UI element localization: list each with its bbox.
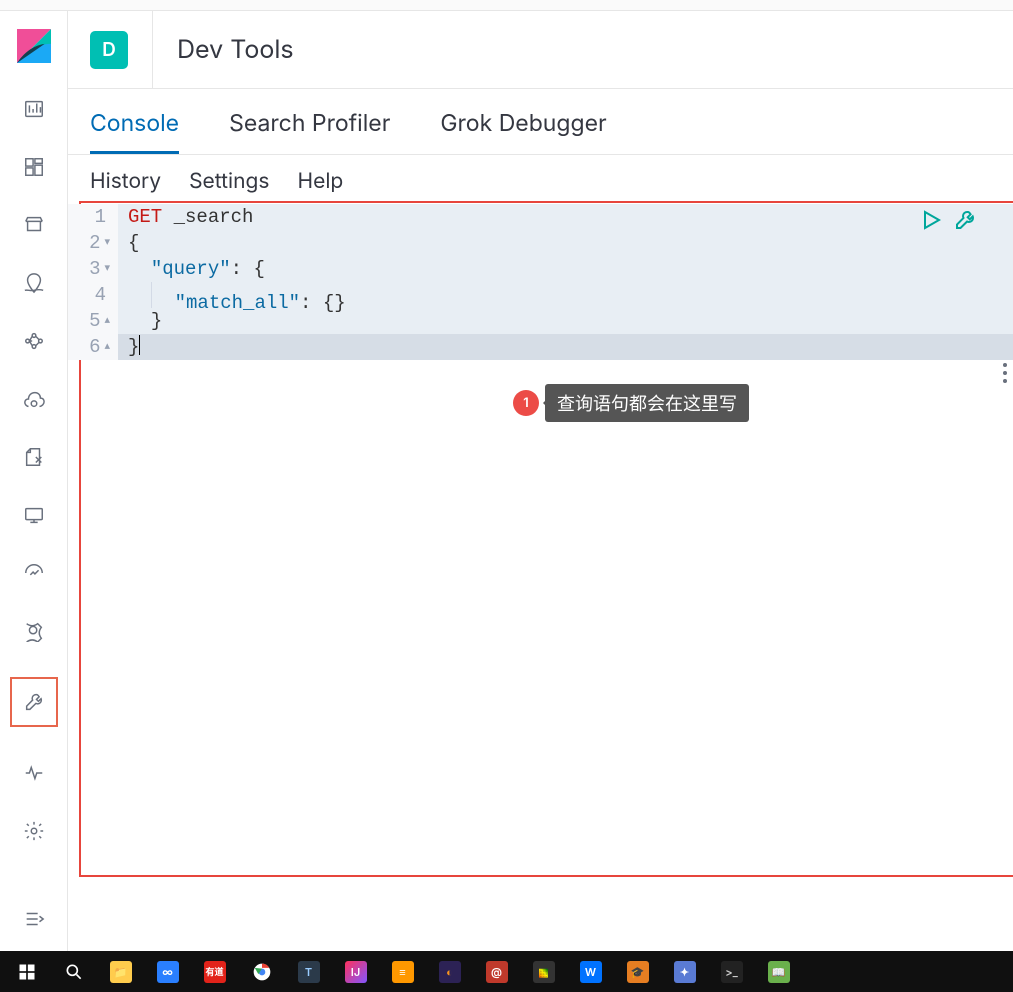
taskbar-app-youdao[interactable]: 有道 [192, 951, 237, 992]
tabs-bar: Console Search Profiler Grok Debugger [68, 89, 1013, 155]
line-number: 4 [95, 282, 106, 308]
apm-icon[interactable] [22, 503, 46, 527]
logs-icon[interactable] [22, 445, 46, 469]
left-sidebar [0, 11, 68, 951]
taskbar-app-wps[interactable]: W [568, 951, 613, 992]
line-number: 1 [95, 204, 106, 230]
fold-toggle-icon[interactable]: ▴ [104, 308, 110, 334]
callout-number-badge: 1 [513, 390, 539, 416]
tab-grok-debugger[interactable]: Grok Debugger [440, 109, 606, 154]
monitoring-icon[interactable] [22, 761, 46, 785]
ml-icon[interactable] [22, 329, 46, 353]
editor-gutter: 1 2▾ 3▾ 4 5▴ 6▴ [68, 204, 118, 360]
windows-taskbar: 📁 ∞ 有道 T IJ ≡ ◐ @ ▦ W 🎓 ✦ >_ 📖 [0, 951, 1013, 992]
console-submenu: History Settings Help [68, 155, 1013, 204]
maps-icon[interactable] [22, 271, 46, 295]
editor-zone: 1 2▾ 3▾ 4 5▴ 6▴ GET _search { "query": {… [68, 204, 1013, 360]
infra-icon[interactable] [22, 387, 46, 411]
fold-toggle-icon[interactable]: ▾ [104, 256, 110, 282]
editor-code[interactable]: GET _search { "query": { "match_all": {}… [118, 204, 1013, 360]
line-number: 3 [89, 256, 100, 282]
wrench-menu-icon[interactable] [953, 208, 977, 232]
page-title: Dev Tools [177, 35, 294, 65]
taskbar-app-eclipse[interactable]: ◐ [427, 951, 472, 992]
fold-toggle-icon[interactable]: ▾ [104, 230, 110, 256]
tab-console[interactable]: Console [90, 109, 179, 154]
taskbar-app-edu[interactable]: 🎓 [615, 951, 660, 992]
taskbar-app-terminal[interactable]: >_ [709, 951, 754, 992]
line-number: 5 [89, 308, 100, 334]
tab-search-profiler[interactable]: Search Profiler [229, 109, 390, 154]
taskbar-app-intellij[interactable]: IJ [333, 951, 378, 992]
taskbar-file-explorer[interactable]: 📁 [98, 951, 143, 992]
editor-actions [919, 208, 977, 232]
line-number: 6 [89, 334, 100, 360]
uptime-icon[interactable] [22, 561, 46, 585]
taskbar-app-baidu[interactable]: ∞ [145, 951, 190, 992]
taskbar-app-chrome[interactable] [239, 951, 284, 992]
kibana-logo[interactable] [17, 29, 51, 63]
taskbar-app-spiral[interactable]: @ [474, 951, 519, 992]
management-icon[interactable] [22, 819, 46, 843]
taskbar-app-sublime[interactable]: ≡ [380, 951, 425, 992]
send-request-icon[interactable] [919, 208, 943, 232]
annotation-callout: 1 查询语句都会在这里写 [513, 384, 749, 422]
canvas-icon[interactable] [22, 213, 46, 237]
space-badge[interactable]: D [90, 31, 128, 69]
fold-toggle-icon[interactable]: ▴ [104, 334, 110, 360]
http-path: _search [162, 206, 253, 228]
console-editor[interactable]: 1 2▾ 3▾ 4 5▴ 6▴ GET _search { "query": {… [68, 204, 1013, 360]
taskbar-search-icon[interactable] [51, 951, 96, 992]
submenu-settings[interactable]: Settings [189, 169, 269, 194]
header-bar: D Dev Tools [68, 11, 1013, 89]
submenu-history[interactable]: History [90, 169, 161, 194]
browser-chrome-gap [0, 0, 1013, 11]
devtools-icon[interactable] [10, 677, 58, 727]
header-divider [152, 11, 153, 89]
discover-icon[interactable] [22, 97, 46, 121]
dashboard-icon[interactable] [22, 155, 46, 179]
line-number: 2 [89, 230, 100, 256]
panel-drag-handle-icon[interactable] [1003, 363, 1007, 383]
submenu-help[interactable]: Help [297, 169, 343, 194]
start-button[interactable] [4, 951, 49, 992]
http-method: GET [128, 206, 162, 228]
taskbar-app-pixel[interactable]: ▦ [521, 951, 566, 992]
siem-icon[interactable] [22, 619, 46, 643]
taskbar-app-flutter[interactable]: ✦ [662, 951, 707, 992]
callout-text: 查询语句都会在这里写 [545, 384, 749, 422]
collapse-icon[interactable] [22, 907, 46, 931]
main-area: D Dev Tools Console Search Profiler Grok… [68, 11, 1013, 951]
taskbar-app-book[interactable]: 📖 [756, 951, 801, 992]
app-root: D Dev Tools Console Search Profiler Grok… [0, 11, 1013, 951]
text-cursor [139, 335, 140, 355]
taskbar-app-todesk[interactable]: T [286, 951, 331, 992]
